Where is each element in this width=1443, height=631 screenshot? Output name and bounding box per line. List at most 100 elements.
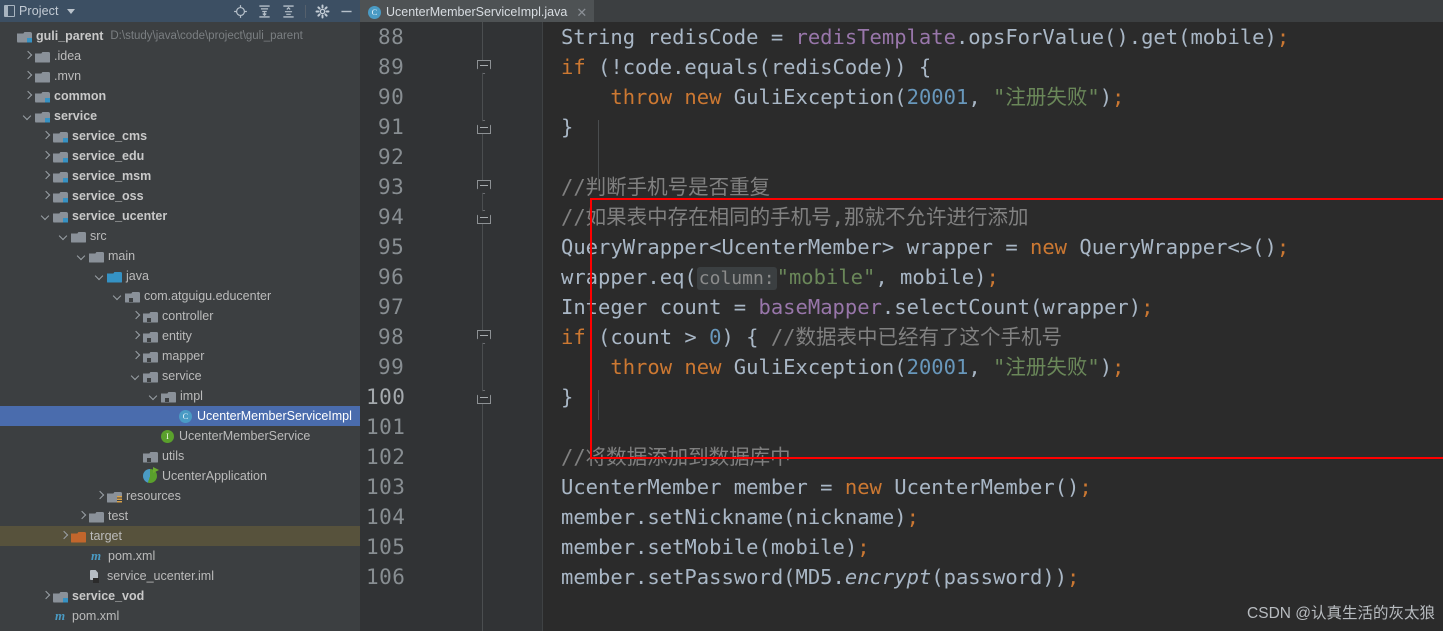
editor-tab-ucentermemberserviceimpl[interactable]: C UcenterMemberServiceImpl.java ✕	[360, 0, 595, 22]
code-fold-marker-line-98[interactable]	[474, 322, 494, 352]
tree-item-service-msm[interactable]: service_msm	[0, 166, 360, 186]
tree-arrow-right-icon[interactable]	[22, 71, 33, 82]
tree-item--mvn[interactable]: .mvn	[0, 66, 360, 86]
tree-arrow-right-icon[interactable]	[40, 591, 51, 602]
tree-item-service-vod[interactable]: service_vod	[0, 586, 360, 606]
code-line-97[interactable]: Integer count = baseMapper.selectCount(w…	[543, 292, 1443, 322]
code-fold-marker-line-89[interactable]	[474, 52, 494, 82]
tree-arrow-right-icon[interactable]	[130, 331, 141, 342]
tree-item-service-ucenter[interactable]: service_ucenter	[0, 206, 360, 226]
editor-gutter[interactable]: 88 89 90 91 92 93 94 95 96 97 98 99 100 101 102 103 104 1…	[360, 22, 543, 631]
code-line-100[interactable]: }	[543, 382, 1443, 412]
tree-item-target[interactable]: target	[0, 526, 360, 546]
tree-arrow-down-icon[interactable]	[40, 211, 51, 222]
code-token: member.setNickname(nickname)	[561, 505, 907, 529]
tree-item-java[interactable]: java	[0, 266, 360, 286]
tree-item-main[interactable]: main	[0, 246, 360, 266]
tree-item--idea[interactable]: .idea	[0, 46, 360, 66]
close-icon[interactable]: ✕	[572, 6, 587, 19]
code-line-96[interactable]: wrapper.eq(column:"mobile", mobile);	[543, 262, 1443, 292]
code-line-95[interactable]: QueryWrapper<UcenterMember> wrapper = ne…	[543, 232, 1443, 262]
code-fold-marker-line-93[interactable]	[474, 172, 494, 202]
tree-item-resources[interactable]: resources	[0, 486, 360, 506]
tree-arrow-right-icon[interactable]	[76, 511, 87, 522]
module-icon	[53, 171, 68, 183]
tree-item-ucentermemberservice[interactable]: I UcenterMemberService	[0, 426, 360, 446]
code-token: wrapper.eq(	[561, 265, 697, 289]
code-line-91[interactable]: }	[543, 112, 1443, 142]
tree-arrow-right-icon[interactable]	[130, 351, 141, 362]
project-tool-window-title-group[interactable]: Project	[4, 4, 75, 18]
tree-item-ucenterapplication[interactable]: UcenterApplication	[0, 466, 360, 486]
tree-item-common[interactable]: common	[0, 86, 360, 106]
code-fold-marker-line-100[interactable]	[474, 382, 494, 412]
tree-arrow-right-icon[interactable]	[22, 91, 33, 102]
tree-arrow-right-icon[interactable]	[40, 171, 51, 182]
package-icon	[143, 311, 158, 323]
tree-item-label: java	[126, 269, 149, 283]
tree-arrow-down-icon[interactable]	[148, 391, 159, 402]
line-number-104: 104	[366, 505, 406, 529]
locate-target-icon[interactable]	[233, 4, 248, 19]
tree-item-test[interactable]: test	[0, 506, 360, 526]
code-line-106[interactable]: member.setPassword(MD5.encrypt(password)…	[543, 562, 1443, 592]
tree-item-pom-xml[interactable]: m pom.xml	[0, 606, 360, 626]
tree-item-controller[interactable]: controller	[0, 306, 360, 326]
tree-arrow-right-icon[interactable]	[58, 531, 69, 542]
code-line-104[interactable]: member.setNickname(nickname);	[543, 502, 1443, 532]
tree-item-service[interactable]: service	[0, 366, 360, 386]
settings-gear-icon[interactable]	[315, 4, 330, 19]
chevron-down-icon[interactable]	[66, 8, 75, 14]
tree-arrow-down-icon[interactable]	[58, 231, 69, 242]
code-line-98[interactable]: if (count > 0) { //数据表中已经有了这个手机号	[543, 322, 1443, 352]
tree-arrow-right-icon[interactable]	[40, 131, 51, 142]
tree-item-service-ucenter-iml[interactable]: service_ucenter.iml	[0, 566, 360, 586]
project-tree[interactable]: guli_parent D:\study\java\code\project\g…	[0, 22, 360, 631]
code-line-103[interactable]: UcenterMember member = new UcenterMember…	[543, 472, 1443, 502]
code-editor[interactable]: 88 89 90 91 92 93 94 95 96 97 98 99 100 101 102 103 104 1…	[360, 22, 1443, 631]
tree-item-service-edu[interactable]: service_edu	[0, 146, 360, 166]
code-fold-marker-line-91[interactable]	[474, 112, 494, 142]
tree-arrow-right-icon[interactable]	[22, 51, 33, 62]
tree-item-service[interactable]: service	[0, 106, 360, 126]
tree-item-utils[interactable]: utils	[0, 446, 360, 466]
tree-item-pom-xml[interactable]: m pom.xml	[0, 546, 360, 566]
code-line-89[interactable]: if (!code.equals(redisCode)) {	[543, 52, 1443, 82]
tree-arrow-right-icon[interactable]	[40, 191, 51, 202]
tree-item-com-atguigu-educenter[interactable]: com.atguigu.educenter	[0, 286, 360, 306]
tree-item-service-oss[interactable]: service_oss	[0, 186, 360, 206]
project-tool-window-title: Project	[19, 4, 59, 18]
expand-all-icon[interactable]	[257, 4, 272, 19]
code-line-88[interactable]: String redisCode = redisTemplate.opsForV…	[543, 22, 1443, 52]
tree-arrow-right-icon[interactable]	[130, 311, 141, 322]
toolbar-divider	[305, 4, 306, 18]
tree-arrow-right-icon[interactable]	[94, 491, 105, 502]
tree-item-ucentermemberserviceimpl[interactable]: C UcenterMemberServiceImpl	[0, 406, 360, 426]
tree-item-impl[interactable]: impl	[0, 386, 360, 406]
code-line-93[interactable]: //判断手机号是否重复	[543, 172, 1443, 202]
tree-row-root[interactable]: guli_parent D:\study\java\code\project\g…	[0, 26, 360, 46]
tree-item-service-cms[interactable]: service_cms	[0, 126, 360, 146]
collapse-all-icon[interactable]	[281, 4, 296, 19]
tree-item-entity[interactable]: entity	[0, 326, 360, 346]
minimize-icon[interactable]	[339, 4, 354, 19]
tree-arrow	[4, 31, 15, 42]
code-fold-marker-line-94[interactable]	[474, 202, 494, 232]
code-line-92[interactable]	[543, 142, 1443, 172]
tree-item-src[interactable]: src	[0, 226, 360, 246]
code-line-101[interactable]	[543, 412, 1443, 442]
tree-arrow-down-icon[interactable]	[76, 251, 87, 262]
code-line-105[interactable]: member.setMobile(mobile);	[543, 532, 1443, 562]
tree-arrow-down-icon[interactable]	[130, 371, 141, 382]
code-line-99[interactable]: throw new GuliException(20001, "注册失败");	[543, 352, 1443, 382]
tree-arrow-down-icon[interactable]	[112, 291, 123, 302]
code-token: throw new	[610, 355, 722, 379]
code-text-area[interactable]: String redisCode = redisTemplate.opsForV…	[543, 22, 1443, 631]
tree-arrow-right-icon[interactable]	[40, 151, 51, 162]
tree-arrow-down-icon[interactable]	[22, 111, 33, 122]
tree-item-mapper[interactable]: mapper	[0, 346, 360, 366]
tree-arrow-down-icon[interactable]	[94, 271, 105, 282]
code-line-102[interactable]: //将数据添加到数据库中	[543, 442, 1443, 472]
code-line-90[interactable]: throw new GuliException(20001, "注册失败");	[543, 82, 1443, 112]
code-line-94[interactable]: //如果表中存在相同的手机号,那就不允许进行添加	[543, 202, 1443, 232]
